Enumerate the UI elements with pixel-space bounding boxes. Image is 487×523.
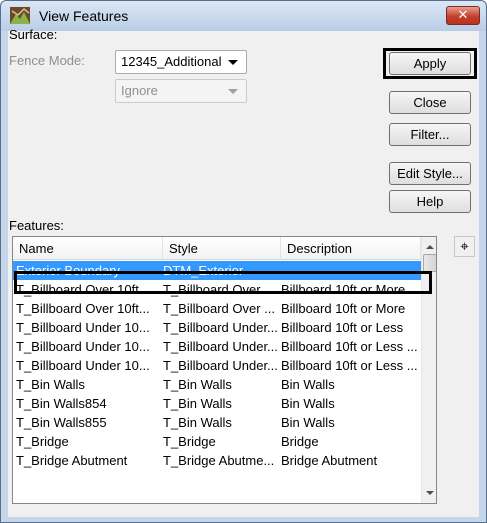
cell-description: Bin Walls xyxy=(281,377,335,392)
table-row[interactable]: T_Bridge Abutment T_Bridge Abutme... Bridg… xyxy=(13,451,421,470)
table-row[interactable]: T_Billboard Under 10... T_Billboard Under… xyxy=(13,337,421,356)
cell-name: T_Billboard Under 10... xyxy=(16,339,150,354)
table-row[interactable]: T_Bridge T_Bridge Bridge xyxy=(13,432,421,451)
cell-style: T_Billboard Under... xyxy=(163,358,278,373)
features-list-header: Name Style Description xyxy=(13,237,421,260)
surface-label: Surface: xyxy=(9,27,58,42)
close-button[interactable]: Close xyxy=(389,91,471,114)
cell-name: T_Billboard Under 10... xyxy=(16,358,150,373)
cell-style: T_Billboard Under... xyxy=(163,320,278,335)
cell-style: T_Billboard Under... xyxy=(163,339,278,354)
cell-description: Billboard 10ft or Less ... xyxy=(281,358,418,373)
column-header-description[interactable]: Description xyxy=(281,237,421,260)
filter-button[interactable]: Filter... xyxy=(389,123,471,146)
table-row[interactable]: T_Bin Walls855 T_Bin Walls Bin Walls xyxy=(13,413,421,432)
help-button[interactable]: Help xyxy=(389,190,471,213)
table-row[interactable]: T_Billboard Under 10... T_Billboard Under… xyxy=(13,318,421,337)
surface-select[interactable]: 12345_Additional xyxy=(115,50,247,74)
chevron-down-icon xyxy=(228,89,238,94)
cell-name: T_Billboard Under 10... xyxy=(16,320,150,335)
cell-style: T_Bridge Abutme... xyxy=(163,453,275,468)
table-row[interactable]: T_Billboard Over 10ft... T_Billboard Over… xyxy=(13,299,421,318)
selected-row-highlight-box xyxy=(14,271,432,294)
cell-name: T_Bin Walls xyxy=(16,377,85,392)
cell-name: T_Bridge Abutment xyxy=(16,453,128,468)
scroll-down-icon[interactable] xyxy=(426,491,434,495)
table-row[interactable]: T_Bin Walls854 T_Bin Walls Bin Walls xyxy=(13,394,421,413)
view-features-dialog: View Features ✕ Surface: 12345_Additiona… xyxy=(0,0,487,523)
close-window-button[interactable]: ✕ xyxy=(446,6,480,25)
cell-description: Billboard 10ft or More xyxy=(281,301,406,316)
app-icon xyxy=(10,7,30,24)
dialog-body: Surface: 12345_Additional Fence Mode: Ig… xyxy=(8,27,479,517)
features-label: Features: xyxy=(9,218,64,233)
cell-description: Bridge xyxy=(281,434,319,449)
scroll-up-icon[interactable] xyxy=(426,245,434,249)
column-header-name[interactable]: Name xyxy=(13,237,163,260)
surface-select-value: 12345_Additional xyxy=(121,54,222,69)
fence-mode-label: Fence Mode: xyxy=(9,53,85,68)
fence-mode-select-value: Ignore xyxy=(121,83,158,98)
cell-style: T_Bin Walls xyxy=(163,415,232,430)
cell-name: T_Bin Walls854 xyxy=(16,396,107,411)
chevron-down-icon xyxy=(228,60,238,65)
apply-highlight-box xyxy=(383,48,477,79)
column-header-style[interactable]: Style xyxy=(163,237,281,260)
edit-style-button[interactable]: Edit Style... xyxy=(389,162,471,185)
cell-description: Bin Walls xyxy=(281,396,335,411)
cell-style: T_Bin Walls xyxy=(163,396,232,411)
cell-description: Bin Walls xyxy=(281,415,335,430)
cell-name: T_Bridge xyxy=(16,434,69,449)
close-icon: ✕ xyxy=(457,8,469,23)
window-title: View Features xyxy=(39,8,129,24)
cell-name: T_Billboard Over 10ft... xyxy=(16,301,150,316)
title-bar[interactable]: View Features ✕ xyxy=(1,1,486,31)
cell-style: T_Billboard Over ... xyxy=(163,301,275,316)
cell-style: T_Bridge xyxy=(163,434,216,449)
cell-name: T_Bin Walls855 xyxy=(16,415,107,430)
cell-style: T_Bin Walls xyxy=(163,377,232,392)
scroll-thumb[interactable] xyxy=(423,254,436,272)
table-row[interactable]: T_Bin Walls T_Bin Walls Bin Walls xyxy=(13,375,421,394)
fence-mode-select: Ignore xyxy=(115,79,247,103)
locate-feature-button[interactable]: ⌖ xyxy=(454,236,475,257)
cell-description: Bridge Abutment xyxy=(281,453,378,468)
table-row[interactable]: T_Billboard Under 10... T_Billboard Under… xyxy=(13,356,421,375)
cell-description: Billboard 10ft or Less xyxy=(281,320,404,335)
crosshair-icon: ⌖ xyxy=(460,237,469,255)
cell-description: Billboard 10ft or Less ... xyxy=(281,339,418,354)
